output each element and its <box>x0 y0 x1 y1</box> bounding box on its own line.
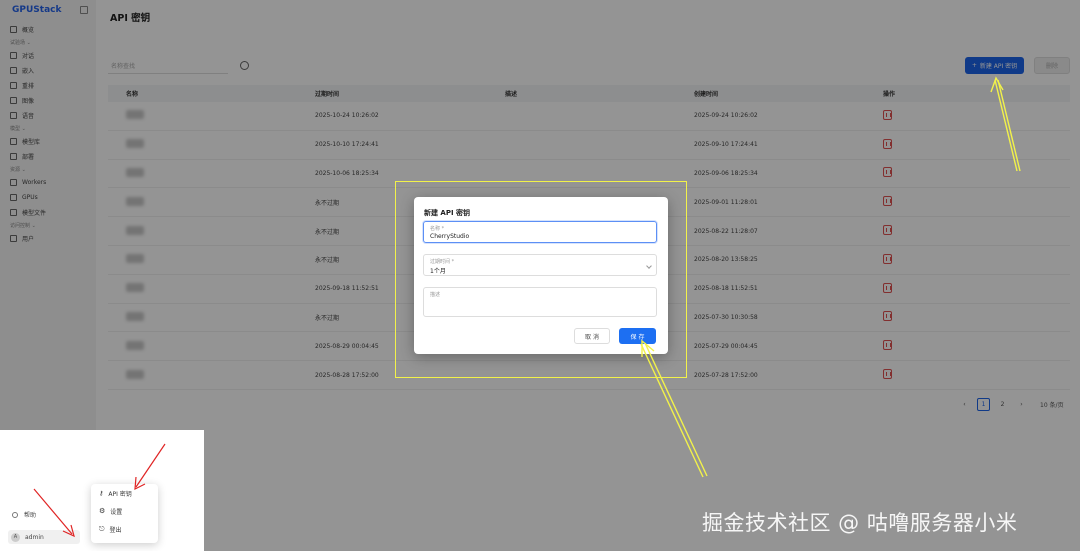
avatar: A <box>11 532 20 542</box>
user-dropdown-menu: ⚷ API 密钥 ⚙ 设置 ⎋ 登出 <box>91 484 158 543</box>
logout-icon: ⎋ <box>99 524 105 533</box>
user-profile-button[interactable]: A admin <box>8 530 80 544</box>
help-icon <box>12 511 18 518</box>
user-menu-inset: 帮助 A admin ⚷ API 密钥 ⚙ 设置 ⎋ 登出 <box>0 430 204 551</box>
annotation-highlight-box <box>395 181 687 378</box>
menu-item-label: 登出 <box>109 526 122 534</box>
menu-item-api-keys[interactable]: ⚷ API 密钥 <box>91 484 158 502</box>
help-label: 帮助 <box>24 512 37 519</box>
help-item[interactable]: 帮助 <box>12 510 36 519</box>
watermark: 掘金技术社区 @ 咕噜服务器小米 <box>702 511 1018 535</box>
username: admin <box>25 533 44 541</box>
menu-item-settings[interactable]: ⚙ 设置 <box>91 502 158 520</box>
menu-item-logout[interactable]: ⎋ 登出 <box>91 520 158 538</box>
gear-icon: ⚙ <box>99 507 106 515</box>
key-icon: ⚷ <box>99 489 104 497</box>
menu-item-label: API 密钥 <box>108 490 132 498</box>
menu-item-label: 设置 <box>110 508 123 516</box>
